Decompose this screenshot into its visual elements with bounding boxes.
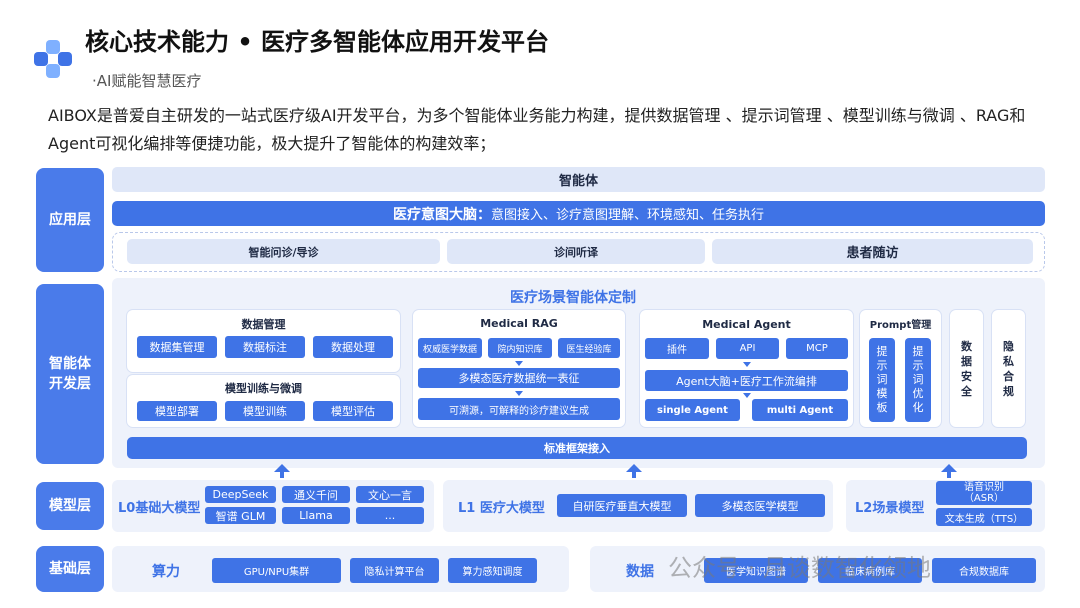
llama-chip: Llama: [282, 507, 350, 524]
scenario-consult: 智能问诊/导诊: [127, 239, 440, 264]
model-train-title: 模型训练与微调: [225, 382, 302, 395]
brain-title: 医疗意图大脑：: [392, 206, 491, 223]
arrow-down-icon: [743, 393, 751, 398]
agent-bar: 智能体: [112, 167, 1045, 192]
layer-label-dev: 智能体 开发层: [36, 284, 104, 464]
prompt-template-text: 提示词模板: [876, 345, 888, 414]
compliance-db-chip: 合规数据库: [932, 558, 1036, 583]
medical-intent-brain: 医疗意图大脑： 意图接入、诊疗意图理解、环境感知、任务执行: [112, 201, 1045, 226]
dataset-mgmt-chip: 数据集管理: [137, 336, 217, 358]
glm-chip: 智谱 GLM: [205, 507, 276, 524]
brand-logo-icon: [34, 40, 74, 80]
agent-plugin-chip: 插件: [645, 338, 709, 359]
l1-label: L1 医疗大模型: [458, 501, 545, 516]
gpu-cluster-chip: GPU/NPU集群: [212, 558, 341, 583]
tts-chip: 文本生成（TTS）: [936, 508, 1032, 526]
l0-label: L0基础大模型: [118, 501, 201, 516]
rag-hospital-chip: 院内知识库: [488, 338, 552, 358]
brain-items: 意图接入、诊疗意图理解、环境感知、任务执行: [490, 208, 764, 223]
data-label: 数据: [626, 564, 654, 580]
l2-label: L2场景模型: [855, 501, 925, 516]
agent-title: Medical Agent: [702, 318, 791, 331]
arrow-down-icon: [743, 362, 751, 367]
deepseek-chip: DeepSeek: [205, 486, 276, 503]
layer-label-model: 模型层: [36, 482, 104, 530]
arrow-stem: [947, 472, 951, 478]
data-process-chip: 数据处理: [313, 336, 393, 358]
scenario-followup: 患者随访: [712, 239, 1033, 264]
multi-agent-chip: multi Agent: [752, 399, 848, 421]
prompt-optimize-text: 提示词优化: [912, 345, 924, 414]
single-agent-chip: single Agent: [645, 399, 740, 421]
arrow-up-icon: [626, 464, 642, 472]
compute-schedule-chip: 算力感知调度: [448, 558, 537, 583]
more-models-chip: ...: [356, 507, 424, 524]
prompt-optimize-chip: 提示词优化: [905, 338, 931, 422]
model-deploy-chip: 模型部署: [137, 401, 217, 421]
arrow-down-icon: [515, 361, 523, 366]
arrow-stem: [632, 472, 636, 478]
framework-bar: 标准框架接入: [127, 437, 1027, 459]
data-label-chip: 数据标注: [225, 336, 305, 358]
agent-api-chip: API: [716, 338, 779, 359]
arrow-stem: [280, 472, 284, 478]
rag-authority-chip: 权威医学数据: [418, 338, 482, 358]
arrow-down-icon: [515, 391, 523, 396]
rag-title: Medical RAG: [480, 317, 558, 330]
data-security-text: 数据安全: [961, 339, 972, 398]
asr-chip: 语音识别 （ASR）: [936, 481, 1032, 505]
privacy-text: 隐私合规: [1003, 339, 1014, 398]
multimodal-model-chip: 多模态医学模型: [695, 494, 825, 517]
rag-doctor-chip: 医生经验库: [558, 338, 620, 358]
intro-paragraph: AIBOX是普爱自主研发的一站式医疗级AI开发平台，为多个智能体业务能力构建，提…: [48, 106, 1026, 153]
privacy-card: 隐私合规: [992, 310, 1025, 427]
self-medical-model-chip: 自研医疗垂直大模型: [557, 494, 687, 517]
rag-unify-chip: 多模态医疗数据统一表征: [418, 368, 620, 388]
prompt-template-chip: 提示词模板: [869, 338, 895, 422]
prompt-title: Prompt管理: [869, 320, 932, 331]
data-mgmt-title: 数据管理: [241, 318, 286, 331]
compute-label: 算力: [152, 564, 180, 580]
privacy-compute-chip: 隐私计算平台: [350, 558, 439, 583]
agent-mcp-chip: MCP: [786, 338, 848, 359]
watermark-text: 公众号 · 月谈数智化领地: [668, 554, 931, 582]
agent-brain-chip: Agent大脑+医疗工作流编排: [645, 370, 848, 391]
dev-title: 医疗场景智能体定制: [510, 290, 636, 306]
model-train-chip: 模型训练: [225, 401, 305, 421]
data-security-card: 数据安全: [950, 310, 983, 427]
model-eval-chip: 模型评估: [313, 401, 393, 421]
arrow-up-icon: [274, 464, 290, 472]
wenxin-chip: 文心一言: [356, 486, 424, 503]
scenario-transcribe: 诊间听译: [447, 239, 705, 264]
page-title: 核心技术能力 • 医疗多智能体应用开发平台: [85, 28, 550, 56]
page-subtitle: ·AI赋能智慧医疗: [92, 72, 202, 90]
layer-label-base: 基础层: [36, 546, 104, 592]
qwen-chip: 通义千问: [282, 486, 350, 503]
arrow-up-icon: [941, 464, 957, 472]
layer-label-app: 应用层: [36, 168, 104, 272]
rag-output-chip: 可溯源，可解释的诊疗建议生成: [418, 398, 620, 420]
